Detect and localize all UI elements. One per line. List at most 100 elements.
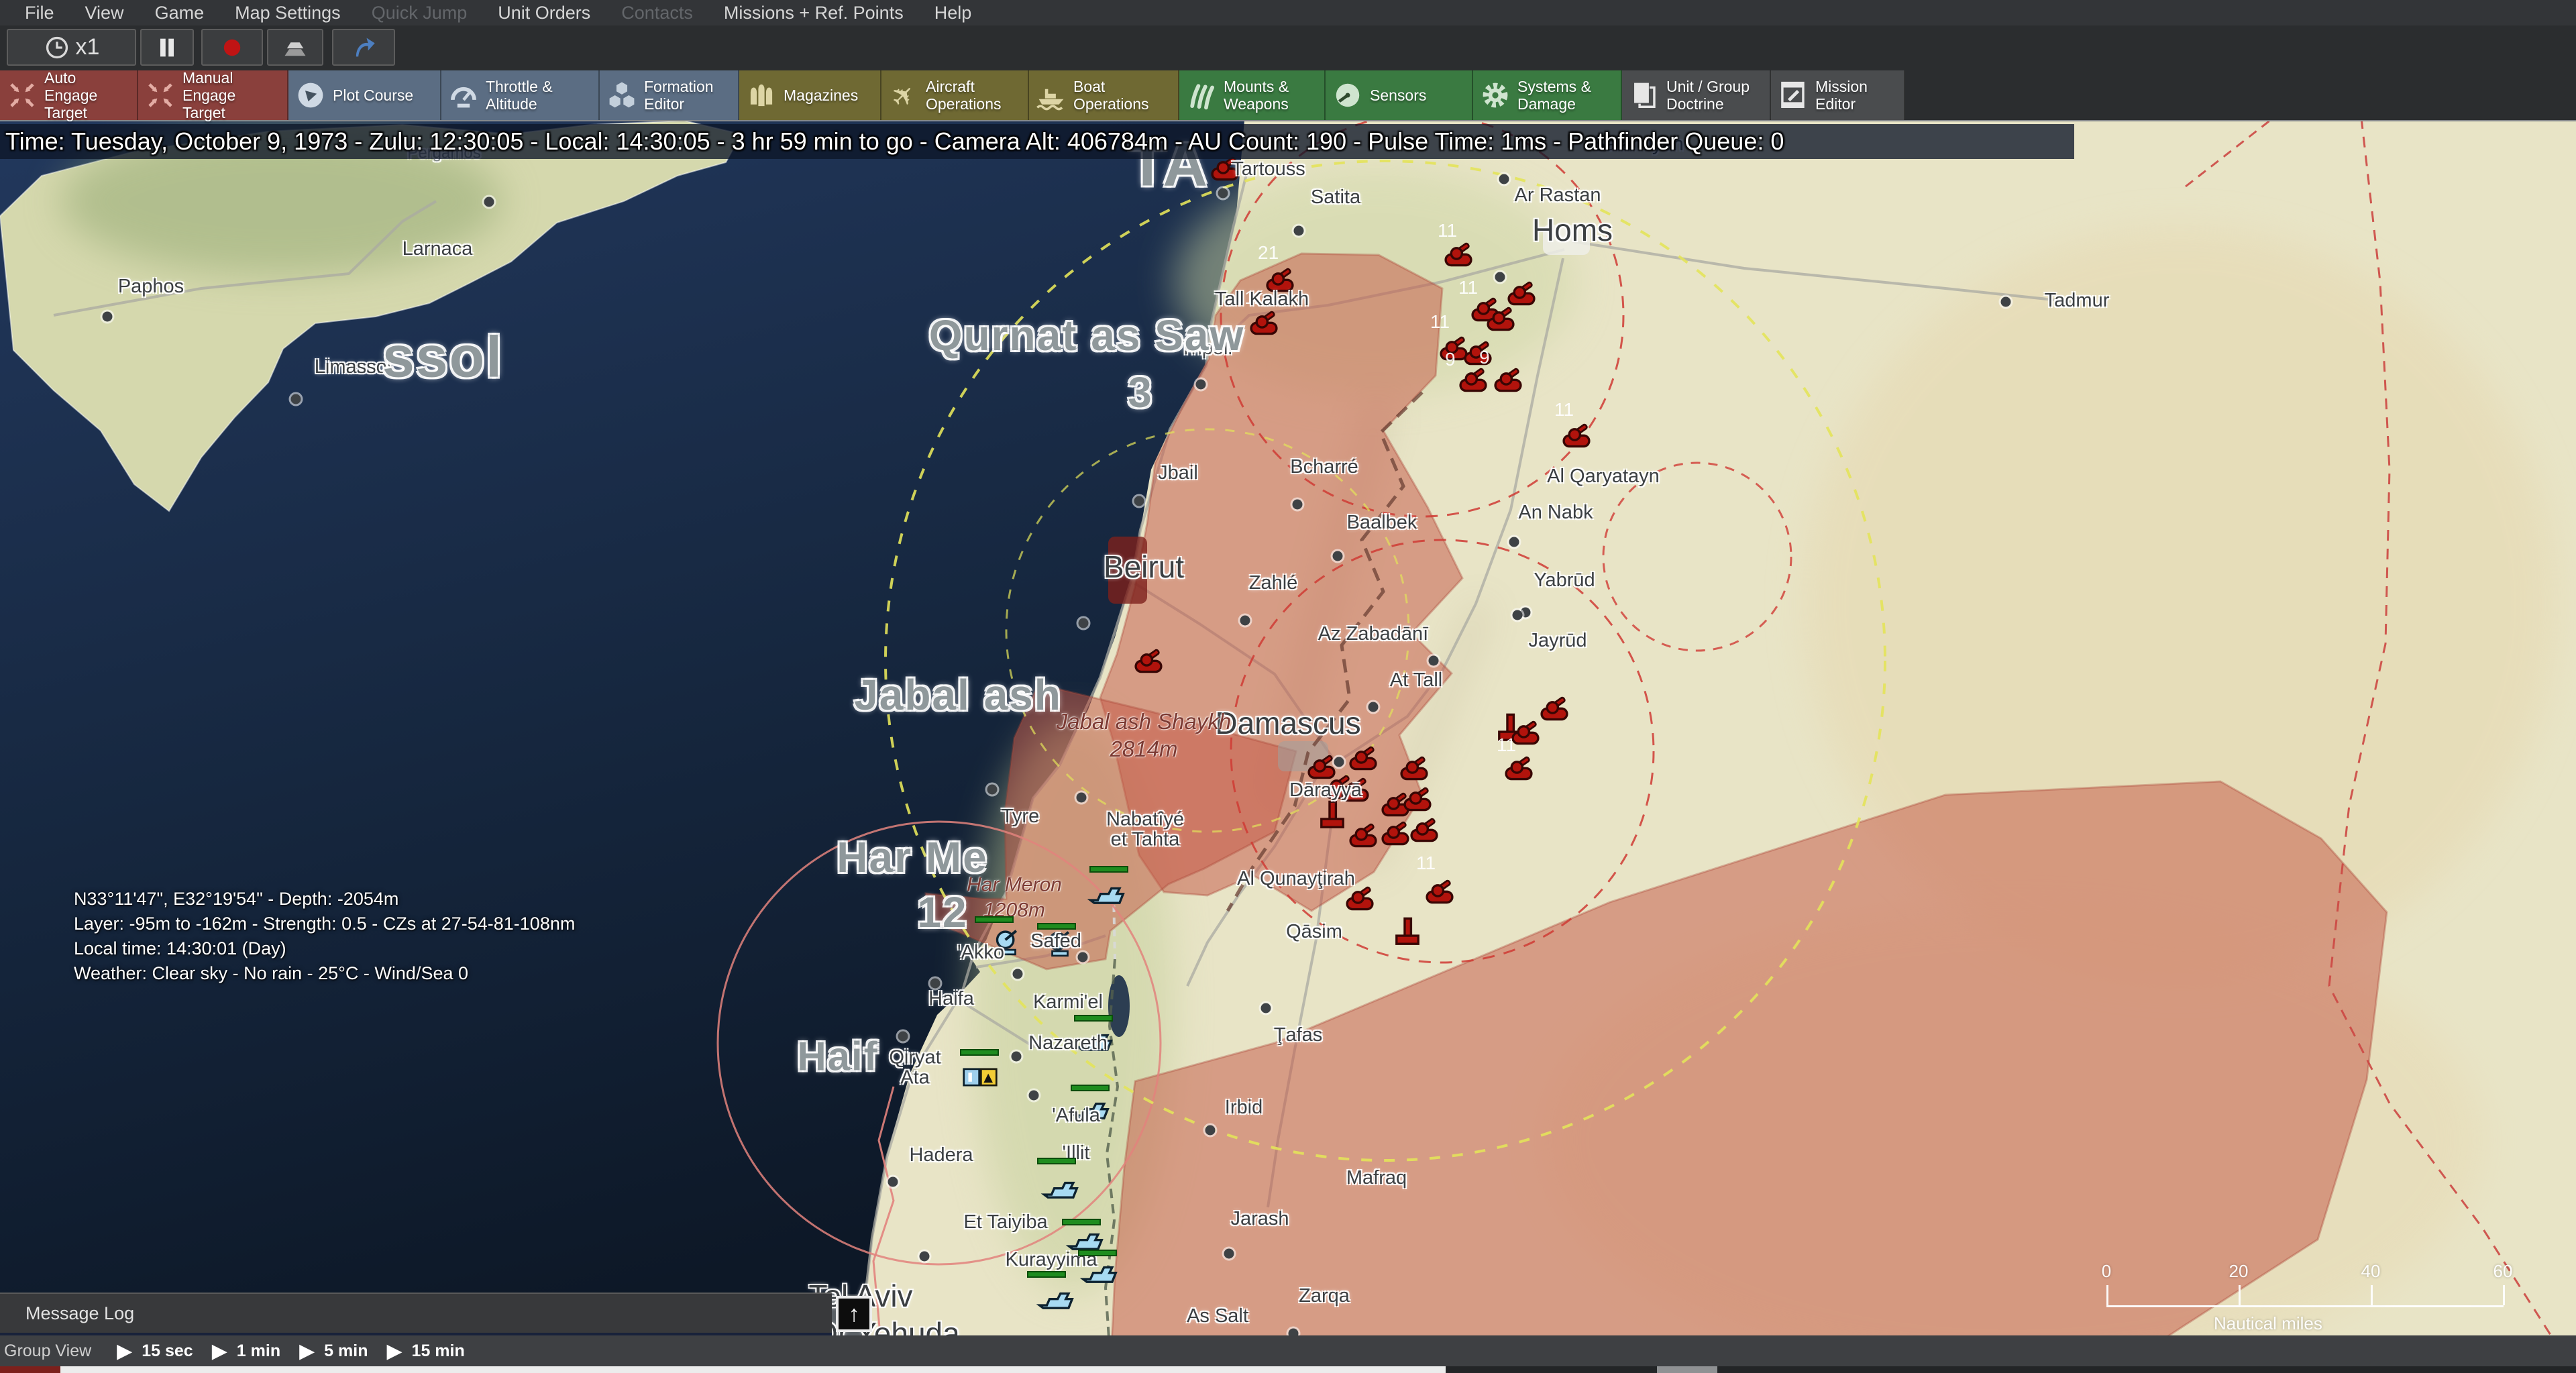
menu-bar: FileViewGameMap SettingsQuick JumpUnit O… xyxy=(0,0,2576,25)
region-label-ssol: ssol xyxy=(382,325,503,391)
toolbar-button-magazines[interactable]: Magazines xyxy=(739,70,881,120)
map-viewport[interactable]: N33°11'47", E32°19'54" - Depth: -2054m L… xyxy=(0,121,2576,1373)
simulation-time-text: Time: Tuesday, October 9, 1973 - Zulu: 1… xyxy=(0,127,1784,156)
city-dot xyxy=(1013,969,1023,979)
city-dot xyxy=(1077,793,1087,803)
city-label-al-qunay-irah: Al Qunayţirah xyxy=(1237,869,1355,889)
city-dot xyxy=(484,197,494,207)
toolbar-button-label: Aircraft Operations xyxy=(926,78,1002,113)
menu-help[interactable]: Help xyxy=(919,3,987,23)
toolbar-button-auto-engage-target[interactable]: Auto Engage Target xyxy=(0,70,138,120)
toolbar-button-aircraft-operations[interactable]: ✈Aircraft Operations xyxy=(881,70,1029,120)
unit-count-label: 9 xyxy=(1479,347,1490,368)
city-label-akko: 'Akko xyxy=(957,942,1004,963)
toolbar-button-label: Unit / Group Doctrine xyxy=(1666,78,1750,113)
elevation-label: Jabal ash Shaykh 2814m xyxy=(1057,708,1232,763)
pause-button[interactable] xyxy=(140,29,194,66)
menu-missions-ref-points[interactable]: Missions + Ref. Points xyxy=(708,3,919,23)
city-dot xyxy=(1293,500,1303,510)
interval-button-15-sec[interactable]: 15 sec xyxy=(142,1341,193,1361)
layers-icon xyxy=(280,34,310,61)
friendly-unit-icon[interactable] xyxy=(1040,1294,1073,1309)
city-dot xyxy=(920,1252,930,1262)
city-label-haifa: Haifa xyxy=(928,989,974,1009)
jump-button[interactable] xyxy=(332,29,395,66)
hostile-unit-icon[interactable] xyxy=(1347,887,1373,909)
toolbar-button-label: Auto Engage Target xyxy=(44,69,131,121)
city-label-bcharr: Bcharré xyxy=(1290,457,1358,477)
compass-icon xyxy=(294,78,327,112)
scrollbar-red-segment xyxy=(0,1366,60,1373)
hostile-unit-icon[interactable] xyxy=(1542,697,1567,719)
toolbar-button-plot-course[interactable]: Plot Course xyxy=(288,70,441,120)
city-dot xyxy=(2001,297,2011,307)
hostile-unit-icon[interactable] xyxy=(1495,368,1521,390)
interval-button-5-min[interactable]: 5 min xyxy=(324,1341,368,1361)
menu-file[interactable]: File xyxy=(9,3,70,23)
interval-button-15-min[interactable]: 15 min xyxy=(412,1341,465,1361)
scale-tick xyxy=(2106,1285,2108,1305)
menu-view[interactable]: View xyxy=(70,3,140,23)
interval-button-1-min[interactable]: 1 min xyxy=(237,1341,280,1361)
city-label-baalbek: Baalbek xyxy=(1347,512,1417,533)
unit-count-label: 21 xyxy=(1258,242,1279,263)
toolbar-button-label: Systems & Damage xyxy=(1517,78,1591,113)
hostile-unit-icon[interactable] xyxy=(1411,818,1437,840)
city-label-at-tall: At Tall xyxy=(1390,670,1442,690)
menu-quick-jump: Quick Jump xyxy=(356,3,483,23)
hostile-unit-icon[interactable] xyxy=(1564,424,1589,446)
toolbar-button-systems-damage[interactable]: Systems & Damage xyxy=(1473,70,1622,120)
hostile-unit-icon[interactable] xyxy=(1513,721,1538,743)
simulation-time-bar: Time: Tuesday, October 9, 1973 - Zulu: 1… xyxy=(0,124,2074,159)
menu-game[interactable]: Game xyxy=(140,3,220,23)
city-label-hadera: Hadera xyxy=(909,1145,973,1165)
hostile-unit-icon[interactable] xyxy=(1506,757,1532,779)
city-dot xyxy=(1224,1249,1234,1259)
toolbar-button-formation-editor[interactable]: Formation Editor xyxy=(600,70,739,120)
message-log-bar[interactable]: Message Log xyxy=(0,1293,832,1335)
menu-unit-orders[interactable]: Unit Orders xyxy=(482,3,606,23)
toolbar-button-mounts-weapons[interactable]: Mounts & Weapons xyxy=(1179,70,1326,120)
unit-status-bar xyxy=(975,916,1014,923)
friendly-unit-icon[interactable] xyxy=(964,1069,997,1085)
record-button[interactable] xyxy=(201,29,263,66)
message-log-expand-button[interactable]: ↑ xyxy=(836,1296,872,1332)
scrollbar-track[interactable] xyxy=(60,1366,1446,1373)
info-weather: Weather: Clear sky - No rain - 25°C - Wi… xyxy=(74,961,575,986)
menu-map-settings[interactable]: Map Settings xyxy=(219,3,356,23)
info-local-time: Local time: 14:30:01 (Day) xyxy=(74,936,575,961)
city-label-mafraq: Mafraq xyxy=(1346,1168,1407,1188)
toolbar-button-manual-engage-target[interactable]: Manual Engage Target xyxy=(138,70,288,120)
city-label-al-qaryatayn: Al Qaryatayn xyxy=(1547,466,1660,486)
scale-tick xyxy=(2503,1285,2505,1305)
city-dot xyxy=(1513,610,1523,620)
time-compression-button[interactable]: x1 xyxy=(7,29,136,66)
bottom-scrollbar[interactable] xyxy=(0,1366,2576,1373)
unit-status-bar xyxy=(1078,1250,1117,1256)
gear-icon xyxy=(1479,78,1512,112)
hostile-unit-icon[interactable] xyxy=(1397,918,1418,944)
group-view-label[interactable]: Group View xyxy=(0,1341,98,1361)
toolbar-button-throttle-altitude[interactable]: Throttle & Altitude xyxy=(441,70,600,120)
triangle-icon: ▶ xyxy=(280,1339,324,1363)
toolbar-button-sensors[interactable]: Sensors xyxy=(1326,70,1473,120)
toolbar-button-mission-editor[interactable]: Mission Editor xyxy=(1771,70,1905,120)
boat-icon xyxy=(1034,78,1068,112)
formation-icon xyxy=(605,78,639,112)
toolbar-button-label: Formation Editor xyxy=(644,78,714,113)
toolbar-button-label: Boat Operations xyxy=(1073,78,1149,113)
claws-icon xyxy=(1185,78,1218,112)
city-label-safed: Safed xyxy=(1030,931,1081,951)
city-label-jayr-d: Jayrūd xyxy=(1528,630,1587,651)
unit-status-bar xyxy=(1037,923,1076,930)
scrollbar-thumb[interactable] xyxy=(1657,1366,1717,1373)
hostile-unit-icon[interactable] xyxy=(1427,880,1452,902)
city-dot xyxy=(898,1032,908,1042)
city-label-jbail: Jbail xyxy=(1158,463,1198,483)
city-dot xyxy=(1079,618,1089,628)
toolbar-button-boat-operations[interactable]: Boat Operations xyxy=(1029,70,1179,120)
city-dot xyxy=(1205,1125,1216,1136)
map-layers-button[interactable] xyxy=(267,29,323,66)
toolbar-button-unit-group-doctrine[interactable]: Unit / Group Doctrine xyxy=(1622,70,1771,120)
unit-status-bar xyxy=(1027,1271,1066,1278)
